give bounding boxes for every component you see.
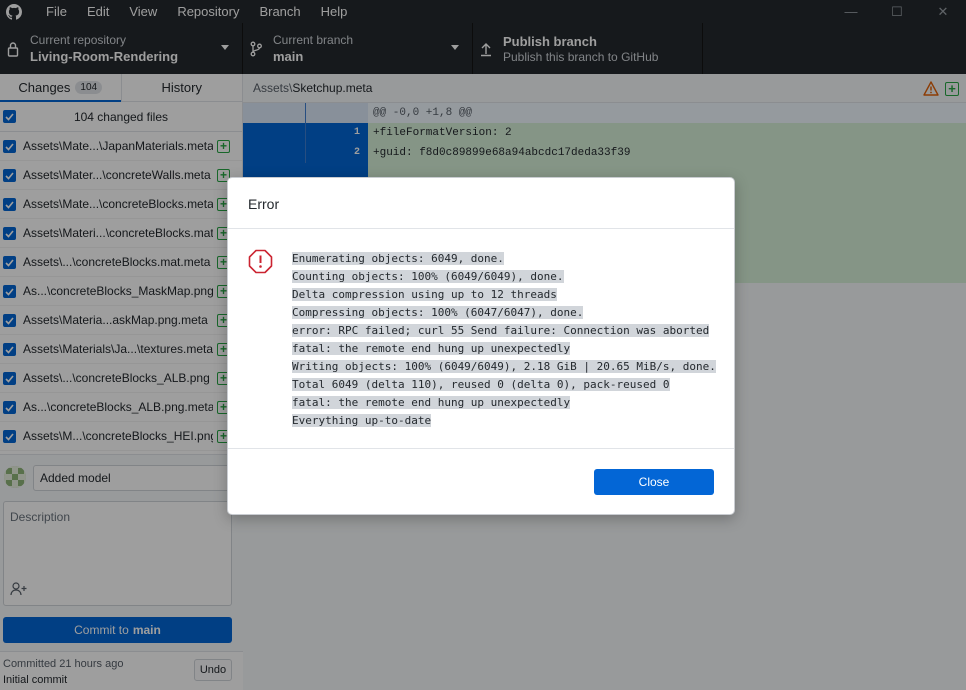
error-output-line: Enumerating objects: 6049, done. [292, 252, 504, 265]
error-output-line: fatal: the remote end hung up unexpected… [292, 342, 571, 355]
error-output-line: Compressing objects: 100% (6047/6047), d… [292, 306, 584, 319]
error-output-line: fatal: the remote end hung up unexpected… [292, 396, 571, 409]
error-stop-icon [248, 249, 273, 277]
error-output-line: Total 6049 (delta 110), reused 0 (delta … [292, 378, 670, 391]
error-output-line: Counting objects: 100% (6049/6049), done… [292, 270, 564, 283]
dialog-header: Error [228, 178, 734, 229]
dialog-title: Error [248, 196, 280, 212]
error-output: Enumerating objects: 6049, done. Counting… [292, 250, 716, 430]
dialog-body: Enumerating objects: 6049, done. Counting… [228, 229, 734, 449]
error-dialog: Error Enumerating objects: 6049, done. Co… [227, 177, 735, 515]
close-button[interactable]: Close [594, 469, 714, 495]
error-output-line: error: RPC failed; curl 55 Send failure:… [292, 324, 710, 337]
error-output-line: Delta compression using up to 12 threads [292, 288, 557, 301]
error-output-line: Everything up-to-date [292, 414, 432, 427]
error-output-line: Writing objects: 100% (6049/6049), 2.18 … [292, 360, 716, 373]
